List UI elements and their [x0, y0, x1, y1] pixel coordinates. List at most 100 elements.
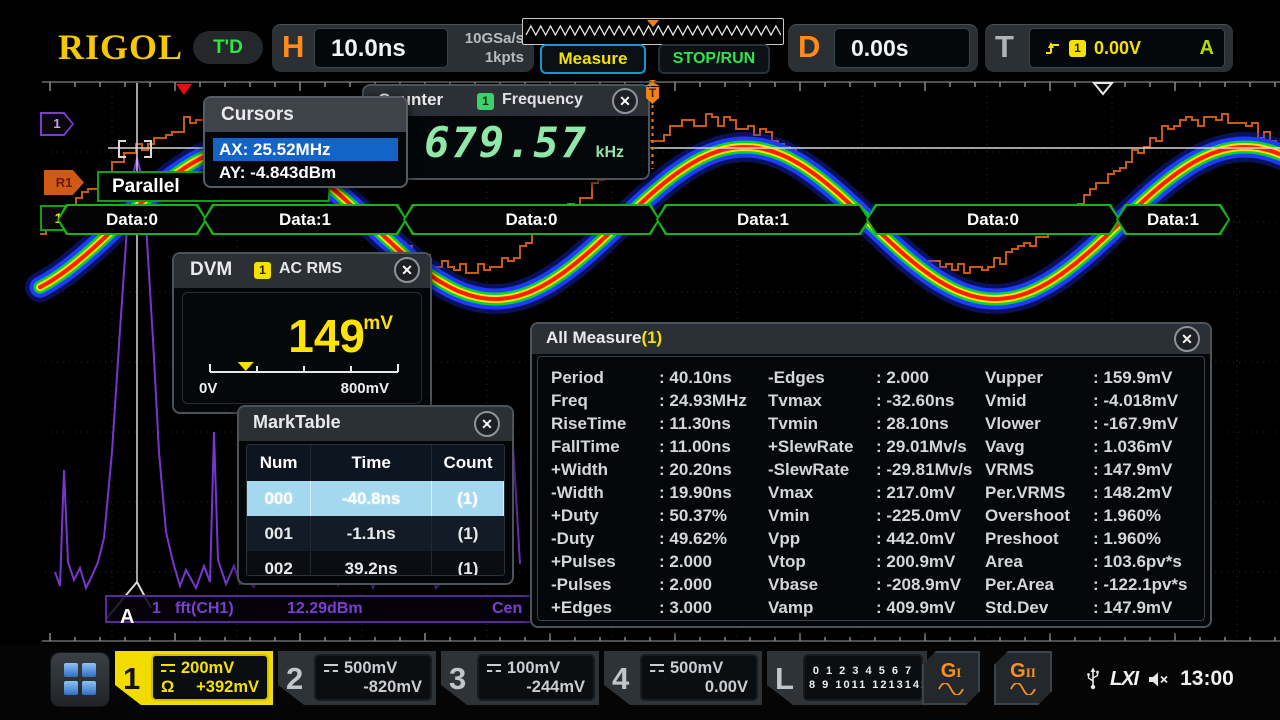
bus-decode-row: Data:0Data:1Data:0Data:1Data:0Data:1: [0, 204, 1280, 235]
timebase-value[interactable]: 10.0ns: [314, 28, 448, 68]
marktable-row[interactable]: 00239.2ns(1): [247, 551, 504, 576]
dvm-mode-label: AC RMS: [279, 260, 342, 278]
bus-segment: Data:0: [403, 204, 660, 235]
all-measure-title: All Measure(1): [546, 328, 662, 348]
measure-row: Vbase: -208.9mV: [768, 573, 985, 596]
dc-coupling-icon: [487, 663, 501, 674]
delay-settings-group[interactable]: D 0.00s: [788, 24, 978, 72]
measure-row: -Edges: 2.000: [768, 366, 985, 389]
marktable-close-button[interactable]: ✕: [474, 411, 500, 437]
sine-wave-icon: [1010, 683, 1036, 695]
sample-rate: 10GSa/s: [465, 29, 524, 48]
generator-2-label: GII: [1010, 662, 1036, 682]
trigger-level-value: 0.00V: [1094, 38, 1141, 59]
measure-row: Vmid: -4.018mV: [985, 389, 1202, 412]
rising-edge-trigger-icon: [1044, 40, 1061, 56]
dvm-scale-min: 0V: [199, 380, 217, 397]
horizontal-label: H: [282, 29, 304, 65]
counter-unit: kHz: [596, 144, 624, 162]
channel-3-button[interactable]: 3 100mV -244mV: [441, 651, 599, 705]
marktable-row[interactable]: 001-1.1ns(1): [247, 516, 504, 551]
dvm-close-button[interactable]: ✕: [394, 257, 420, 283]
memory-depth: 1kpts: [465, 48, 524, 67]
measure-column: Period: 40.10nsFreq: 24.93MHzRiseTime: 1…: [551, 366, 768, 620]
bus-segment: Data:0: [57, 204, 207, 235]
all-measure-panel: All Measure(1) ✕ Period: 40.10nsFreq: 24…: [530, 322, 1212, 628]
logic-analyzer-readout: 0 1 2 3 4 5 6 7 8 9 1011 12131415: [803, 654, 923, 701]
main-menu-button[interactable]: [50, 652, 110, 707]
sine-wave-icon: [938, 683, 964, 695]
top-status-bar: RIGOL T'D H 10.0ns 10GSa/s 1kpts Measure…: [0, 0, 1280, 80]
measure-row: Vpp: 442.0mV: [768, 527, 985, 550]
measure-row: FallTime: 11.00ns: [551, 435, 768, 458]
channel-1-scale: 200mV: [181, 659, 234, 678]
marktable-row[interactable]: 000-40.8ns(1): [247, 481, 504, 516]
marktable-header-row: Num Time Count: [247, 445, 504, 481]
acquisition-info: 10GSa/s 1kpts: [465, 29, 524, 67]
fft-center-marker[interactable]: [176, 84, 192, 95]
stop-run-button[interactable]: STOP/RUN: [658, 44, 770, 74]
channel-4-scale: 500mV: [670, 659, 723, 678]
bus-segment: Data:1: [1116, 204, 1230, 235]
waveform-overview-strip[interactable]: [522, 18, 784, 45]
status-icons-area: LXI 13:00: [1086, 667, 1234, 691]
channel-4-number: 4: [612, 661, 629, 697]
cursor-ay-readout[interactable]: AY: -4.843dBm: [213, 161, 398, 184]
measure-row: Freq: 24.93MHz: [551, 389, 768, 412]
generator-1-button[interactable]: GI: [922, 651, 980, 705]
marktable-col-time: Time: [311, 445, 432, 481]
fft-source-label: fft(CH1): [175, 600, 234, 618]
logic-analyzer-button[interactable]: L 0 1 2 3 4 5 6 7 8 9 1011 12131415: [767, 651, 927, 705]
channel-3-offset: -244mV: [526, 678, 585, 697]
lxi-indicator: LXI: [1110, 668, 1138, 691]
trigger-settings-group[interactable]: T 1 0.00V A: [985, 24, 1233, 72]
channel-4-readout: 500mV 0.00V: [640, 654, 758, 701]
channel-4-button[interactable]: 4 500mV 0.00V: [604, 651, 762, 705]
oscilloscope-screen: T 1 R1 1 Parallel Data:0Data:1Data:0Data…: [0, 0, 1280, 720]
horizontal-settings-group[interactable]: H 10.0ns 10GSa/s 1kpts: [272, 24, 534, 72]
all-measure-source-suffix: (1): [641, 328, 662, 347]
measure-row: Vamp: 409.9mV: [768, 596, 985, 619]
rigol-logo: RIGOL: [58, 26, 183, 68]
cursor-a-label: A: [120, 606, 134, 629]
measure-column: Vupper: 159.9mVVmid: -4.018mVVlower: -16…: [985, 366, 1202, 620]
marktable-panel-header[interactable]: MarkTable ✕: [239, 407, 512, 441]
counter-source-badge: 1: [477, 93, 494, 110]
dvm-value: 149: [183, 309, 365, 363]
generator-2-button[interactable]: GII: [994, 651, 1052, 705]
usb-icon: [1086, 667, 1100, 691]
dc-coupling-icon: [161, 663, 175, 674]
channel-1-number: 1: [123, 661, 140, 697]
channel-2-scale: 500mV: [344, 659, 397, 678]
bus-segment: Data:1: [656, 204, 870, 235]
trigger-level-flag[interactable]: T: [643, 77, 663, 177]
measure-row: +SlewRate: 29.01Mv/s: [768, 435, 985, 458]
measure-row: Tvmax: -32.60ns: [768, 389, 985, 412]
trigger-position-marker[interactable]: [1094, 83, 1112, 94]
dvm-scale-bar: [209, 359, 399, 375]
dvm-scale-max: 800mV: [341, 380, 389, 397]
all-measure-close-button[interactable]: ✕: [1174, 326, 1200, 352]
cursor-ax-readout[interactable]: AX: 25.52MHz: [213, 138, 398, 161]
dvm-panel-header[interactable]: DVM 1 AC RMS ✕: [174, 254, 430, 288]
measure-row: Per.VRMS: 148.2mV: [985, 481, 1202, 504]
channel-3-scale: 100mV: [507, 659, 560, 678]
delay-value[interactable]: 0.00s: [834, 28, 970, 68]
cursors-panel-header[interactable]: Cursors: [205, 98, 406, 132]
measure-row: -Duty: 49.62%: [551, 527, 768, 550]
counter-close-button[interactable]: ✕: [612, 88, 638, 114]
counter-value: 679.57: [424, 118, 588, 167]
channel-1-button[interactable]: 1 200mV Ω +392mV: [115, 651, 273, 705]
measure-row: Preshoot: 1.960%: [985, 527, 1202, 550]
channel-2-button[interactable]: 2 500mV -820mV: [278, 651, 436, 705]
bus-segment: Data:1: [203, 204, 407, 235]
marktable-table: Num Time Count 000-40.8ns(1)001-1.1ns(1)…: [246, 444, 505, 576]
fft-center-label: Cen: [492, 600, 522, 618]
channel-4-offset: 0.00V: [705, 678, 748, 697]
measure-menu-button[interactable]: Measure: [540, 44, 646, 74]
measure-row: Vtop: 200.9mV: [768, 550, 985, 573]
trigger-info-box[interactable]: 1 0.00V A: [1029, 28, 1225, 68]
speaker-muted-icon[interactable]: [1148, 671, 1170, 688]
measure-row: Vmin: -225.0mV: [768, 504, 985, 527]
all-measure-panel-header[interactable]: All Measure(1) ✕: [532, 324, 1210, 354]
